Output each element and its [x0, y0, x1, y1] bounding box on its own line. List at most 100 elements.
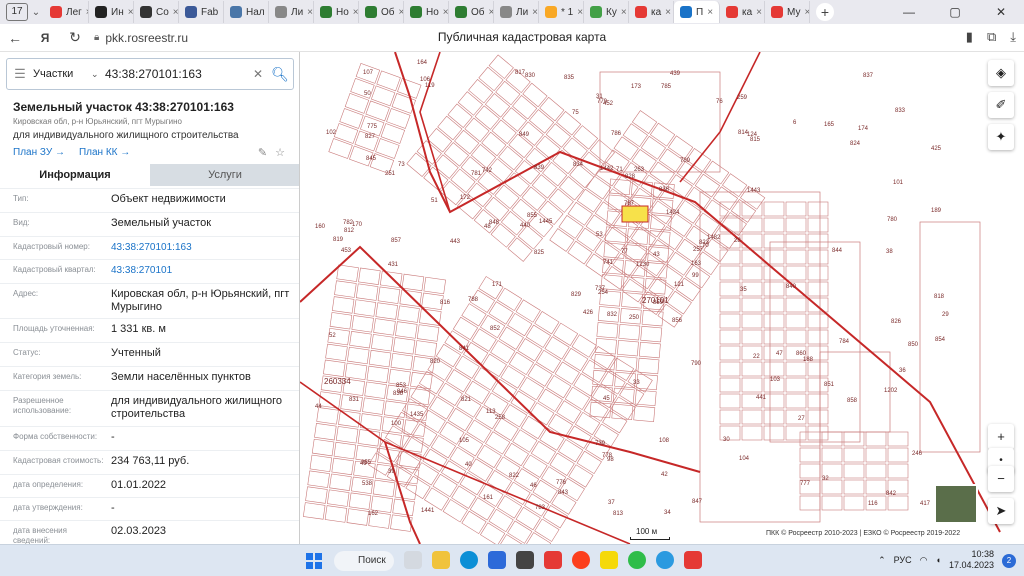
parcel[interactable]: [375, 302, 398, 320]
parcel[interactable]: [592, 369, 615, 387]
bookmark-icon[interactable]: ▮: [966, 29, 973, 45]
parcel[interactable]: [336, 264, 359, 282]
parcel[interactable]: [618, 324, 641, 341]
parcel[interactable]: [785, 265, 807, 281]
parcel[interactable]: [335, 426, 359, 444]
parcel[interactable]: [357, 429, 381, 447]
parcel[interactable]: [519, 376, 545, 401]
parcel[interactable]: [785, 249, 807, 265]
file-explorer-icon[interactable]: [432, 551, 450, 569]
parcel[interactable]: [785, 201, 807, 217]
parcel[interactable]: [549, 452, 575, 476]
zoom-in-button[interactable]: +: [988, 424, 1014, 450]
parcel[interactable]: [307, 470, 330, 488]
parcel[interactable]: [525, 324, 552, 348]
parcel[interactable]: [785, 233, 807, 249]
parcel[interactable]: [637, 357, 660, 375]
parcel[interactable]: [323, 359, 346, 377]
parcel[interactable]: [887, 431, 909, 447]
parcel[interactable]: [763, 409, 785, 425]
parcel[interactable]: [887, 495, 909, 511]
tab-close-icon[interactable]: ×: [532, 7, 538, 18]
parcel[interactable]: [491, 378, 518, 403]
parcel[interactable]: [807, 265, 829, 281]
parcel[interactable]: [843, 463, 865, 479]
parcel[interactable]: [719, 393, 741, 409]
parcel[interactable]: [429, 396, 455, 420]
tab-services[interactable]: Услуги: [150, 164, 299, 186]
parcel[interactable]: [741, 233, 763, 249]
parcel[interactable]: [502, 404, 528, 428]
store-icon[interactable]: [488, 551, 506, 569]
ruler-icon[interactable]: ✐: [988, 92, 1014, 118]
parcel[interactable]: [821, 431, 843, 447]
parcel[interactable]: [507, 520, 533, 544]
parcel[interactable]: [719, 313, 741, 329]
parcel[interactable]: [350, 77, 375, 99]
parcel[interactable]: [785, 329, 807, 345]
parcel[interactable]: [375, 138, 400, 159]
tab-close-icon[interactable]: ×: [353, 7, 358, 18]
cadastral-map[interactable]: 250 251 254 255 257 258 259 263 124 121 119 417 431 4…: [300, 52, 1024, 544]
parcel[interactable]: [512, 429, 538, 453]
tab-close-icon[interactable]: ×: [128, 7, 133, 18]
parcel[interactable]: [544, 336, 570, 360]
parcel[interactable]: [763, 201, 785, 217]
parcel[interactable]: [722, 173, 748, 198]
parcel[interactable]: [316, 407, 339, 425]
parcel[interactable]: [371, 334, 394, 352]
chevron-down-icon[interactable]: ⌄: [91, 69, 105, 80]
parcel[interactable]: [576, 450, 602, 475]
parcel[interactable]: [807, 329, 829, 345]
parcel[interactable]: [368, 349, 392, 368]
plan-zu-link[interactable]: План ЗУ →: [13, 147, 65, 158]
parcel[interactable]: [613, 136, 639, 161]
parcel[interactable]: [741, 425, 763, 441]
parcel[interactable]: [763, 217, 785, 233]
parcel[interactable]: [534, 311, 560, 335]
parcel[interactable]: [622, 123, 648, 148]
parcel[interactable]: [302, 502, 326, 520]
parcel[interactable]: [529, 402, 555, 426]
tab-close-icon[interactable]: ×: [756, 7, 762, 18]
parcel[interactable]: [821, 479, 843, 495]
parcel[interactable]: [372, 479, 396, 498]
parcel[interactable]: [437, 382, 463, 407]
browser-tab[interactable]: Fab×: [179, 1, 224, 23]
parcel[interactable]: [370, 85, 396, 107]
tab-count-button[interactable]: 17: [6, 3, 28, 21]
parcel[interactable]: [719, 329, 741, 345]
download-icon[interactable]: ⤓: [1010, 29, 1016, 45]
parcel[interactable]: [785, 313, 807, 329]
parcel[interactable]: [331, 457, 354, 476]
parcel[interactable]: [346, 508, 369, 526]
parcel[interactable]: [667, 135, 694, 160]
parcel[interactable]: [395, 321, 418, 339]
task-view-icon[interactable]: [404, 551, 422, 569]
parcel[interactable]: [353, 299, 377, 317]
close-window-button[interactable]: ✕: [978, 0, 1024, 24]
clear-icon[interactable]: ✕: [249, 67, 267, 81]
browser-tab[interactable]: Об ×: [449, 1, 494, 23]
parcel[interactable]: [785, 361, 807, 377]
parcel[interactable]: [843, 431, 865, 447]
parcel[interactable]: [763, 297, 785, 313]
parcel[interactable]: [334, 280, 357, 298]
tab-close-icon[interactable]: ×: [707, 7, 713, 18]
parcel[interactable]: [432, 473, 458, 498]
parcel[interactable]: [658, 226, 684, 250]
parcel[interactable]: [617, 339, 639, 357]
parcel[interactable]: [539, 427, 565, 451]
parcel[interactable]: [390, 352, 414, 371]
parcel[interactable]: [666, 251, 693, 276]
parcel[interactable]: [807, 217, 829, 233]
parcel[interactable]: [799, 447, 821, 463]
parcel[interactable]: [807, 233, 829, 249]
browser-tab[interactable]: ка ×: [629, 1, 674, 23]
parcel[interactable]: [535, 349, 562, 374]
parcel[interactable]: [843, 495, 865, 511]
parcel[interactable]: [568, 464, 594, 488]
parcel[interactable]: [807, 425, 829, 441]
star-icon[interactable]: ☆: [275, 146, 285, 159]
yandex-icon[interactable]: Я: [30, 31, 60, 45]
